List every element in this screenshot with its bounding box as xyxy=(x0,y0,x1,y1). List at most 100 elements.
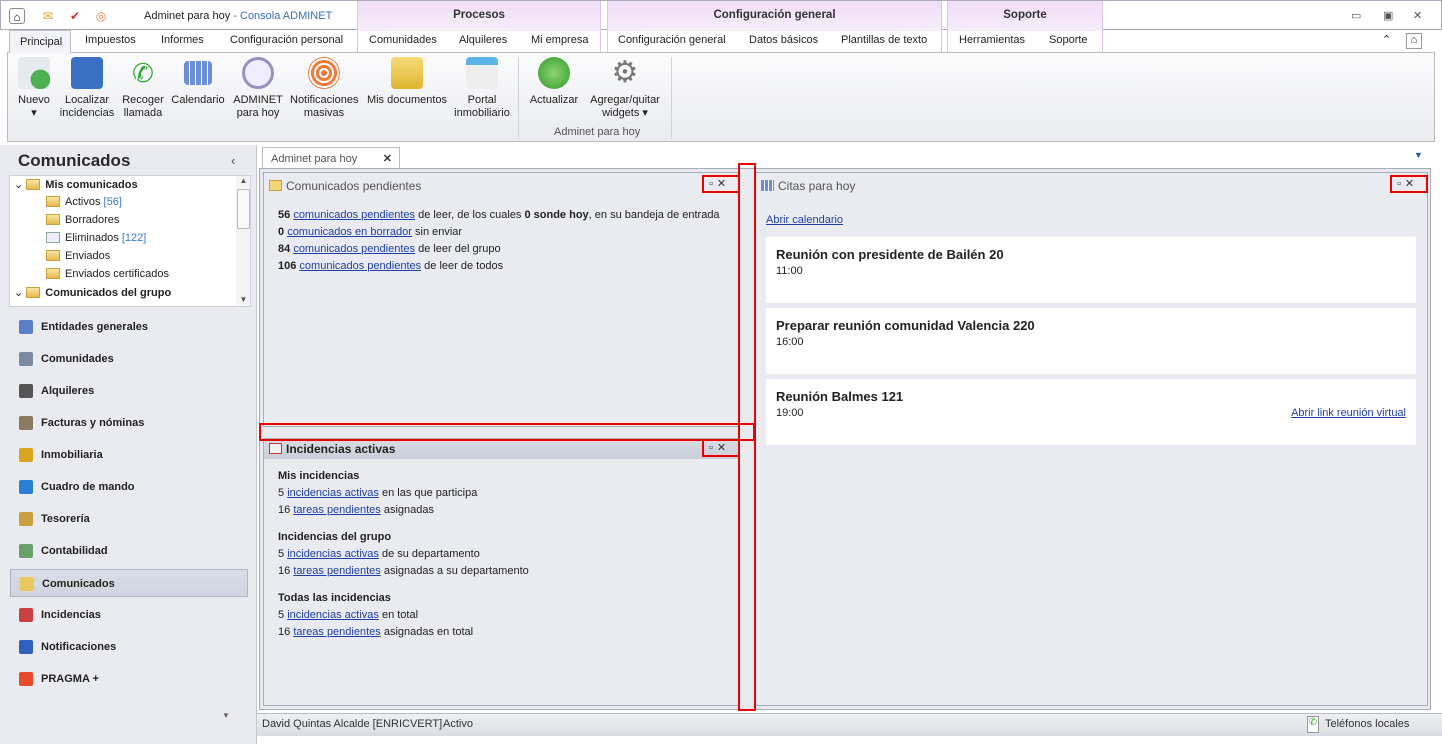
collapse-ribbon-icon[interactable]: ⌃ xyxy=(1382,33,1391,46)
tree-node-eliminados[interactable]: Eliminados [122] xyxy=(46,232,146,244)
clipboard-icon[interactable]: ✔ xyxy=(67,8,83,24)
appointment-card[interactable]: Reunión Balmes 121 19:00 Abrir link reunió… xyxy=(766,379,1416,445)
widget-controls[interactable]: ▫✕ xyxy=(702,175,740,193)
link-tareas-pendientes[interactable]: tareas pendientes xyxy=(293,626,380,638)
broadcast-icon xyxy=(308,57,340,89)
status-user: David Quintas Alcalde [ENRICVERT] xyxy=(262,718,443,730)
dashboard-area: Comunicados pendientes ▫✕ 56 comunicados… xyxy=(259,163,1431,711)
nav-icon xyxy=(19,384,33,398)
nav-icon xyxy=(19,672,33,686)
tab-impuestos[interactable]: Impuestos xyxy=(85,34,136,46)
widget-controls[interactable]: ▫✕ xyxy=(702,439,740,457)
link-comunicados-borrador[interactable]: comunicados en borrador xyxy=(287,226,412,238)
tree-node-enviados-certificados[interactable]: Enviados certificados xyxy=(46,268,169,280)
close-tab-icon[interactable]: ✕ xyxy=(383,152,392,165)
tab-alquileres[interactable]: Alquileres xyxy=(459,34,507,46)
real-estate-portal-button[interactable]: Portal inmobiliario xyxy=(452,57,512,120)
pick-call-button[interactable]: ✆ Recoger llamada xyxy=(118,57,168,120)
refresh-button[interactable]: Actualizar xyxy=(526,57,582,107)
appointment-time: 11:00 xyxy=(776,265,803,277)
file-cabinet-icon xyxy=(71,57,103,89)
collapse-sidebar-icon[interactable]: ‹ xyxy=(231,153,235,168)
locate-incidents-button[interactable]: Localizar incidencias xyxy=(58,57,116,120)
sidebar-item-tesorer-a[interactable]: Tesorería xyxy=(10,505,248,533)
broadcast-icon[interactable]: ◎ xyxy=(93,8,109,24)
tab-configuracion-general[interactable]: Configuración general xyxy=(618,34,726,46)
draft-folder-icon xyxy=(46,214,60,225)
tab-datos-basicos[interactable]: Datos básicos xyxy=(749,34,818,46)
portal-icon xyxy=(466,57,498,89)
adminet-today-button[interactable]: ADMINET para hoy xyxy=(230,57,286,120)
tab-comunidades[interactable]: Comunidades xyxy=(369,34,437,46)
highlight-horizontal-splitter[interactable] xyxy=(259,423,755,441)
sidebar-item-label: Comunidades xyxy=(41,353,114,365)
tab-adminet-para-hoy[interactable]: Adminet para hoy ✕ xyxy=(262,147,400,169)
tab-mi-empresa[interactable]: Mi empresa xyxy=(531,34,588,46)
tree-scrollbar[interactable]: ▲ ▼ xyxy=(236,176,250,306)
tab-informes[interactable]: Informes xyxy=(161,34,204,46)
citas-widget: Citas para hoy ▫✕ Abrir calendario Reuni… xyxy=(755,172,1428,706)
nav-icon xyxy=(19,416,33,430)
link-comunicados-todos[interactable]: comunicados pendientes xyxy=(299,260,421,272)
sidebar-item-comunidades[interactable]: Comunidades xyxy=(10,345,248,373)
nav-overflow-chevron[interactable]: ▼ xyxy=(222,711,230,720)
tree-node-enviados[interactable]: Enviados xyxy=(46,250,110,262)
close-button[interactable]: ✕ xyxy=(1413,9,1422,22)
tree-node-mis-comunicados[interactable]: ⌄ Mis comunicados xyxy=(14,178,138,191)
sidebar-item-incidencias[interactable]: Incidencias xyxy=(10,601,248,629)
appointment-card[interactable]: Reunión con presidente de Bailén 20 11:00 xyxy=(766,237,1416,303)
tree-node-comunicados-grupo[interactable]: ⌄ Comunicados del grupo xyxy=(14,286,171,299)
add-remove-widgets-button[interactable]: ⚙ Agregar/quitar widgets ▾ xyxy=(586,57,664,120)
tab-configuracion-personal[interactable]: Configuración personal xyxy=(230,34,343,46)
appointment-title: Reunión Balmes 121 xyxy=(776,389,904,404)
sidebar-item-comunicados[interactable]: Comunicados xyxy=(10,569,248,597)
line-todos: 106 comunicados pendientes de leer de to… xyxy=(278,260,504,272)
sidebar-item-inmobiliaria[interactable]: Inmobiliaria xyxy=(10,441,248,469)
mail-icon[interactable]: ✉ xyxy=(40,8,56,24)
link-comunicados-grupo[interactable]: comunicados pendientes xyxy=(293,243,415,255)
link-tareas-pendientes[interactable]: tareas pendientes xyxy=(293,504,380,516)
folder-icon xyxy=(26,179,41,190)
open-calendar-link[interactable]: Abrir calendario xyxy=(766,214,843,226)
phone-icon: ✆ xyxy=(1307,716,1319,733)
link-incidencias-activas[interactable]: incidencias activas xyxy=(287,609,379,621)
minimize-button[interactable]: ▭ xyxy=(1351,9,1361,22)
sidebar-item-pragma[interactable]: PRAGMA + xyxy=(10,665,248,693)
sidebar-item-facturas-y-n-minas[interactable]: Facturas y nóminas xyxy=(10,409,248,437)
mass-notifications-button[interactable]: Notificaciones masivas xyxy=(290,57,358,120)
line-tareas-pendientes: 16 tareas pendientes asignadas xyxy=(278,504,434,516)
link-tareas-pendientes[interactable]: tareas pendientes xyxy=(293,565,380,577)
link-incidencias-activas[interactable]: incidencias activas xyxy=(287,487,379,499)
tab-list-dropdown[interactable]: ▼ xyxy=(1414,150,1423,160)
calendar-button[interactable]: Calendario xyxy=(170,57,226,107)
tab-herramientas[interactable]: Herramientas xyxy=(959,34,1025,46)
tab-plantillas-texto[interactable]: Plantillas de texto xyxy=(841,34,927,46)
tab-principal[interactable]: Principal xyxy=(9,30,71,53)
my-documents-button[interactable]: Mis documentos xyxy=(366,57,448,107)
link-incidencias-activas[interactable]: incidencias activas xyxy=(287,548,379,560)
widget-controls[interactable]: ▫✕ xyxy=(1390,175,1428,193)
mail-folder-icon xyxy=(46,196,60,207)
virtual-meeting-link[interactable]: Abrir link reunión virtual xyxy=(1291,407,1406,419)
sidebar-item-notificaciones[interactable]: Notificaciones xyxy=(10,633,248,661)
app-menu-icon[interactable]: ⌂ xyxy=(9,8,25,24)
sidebar-item-alquileres[interactable]: Alquileres xyxy=(10,377,248,405)
tree-node-activos[interactable]: Activos [56] xyxy=(46,196,122,208)
help-icon[interactable]: ⌂ xyxy=(1406,33,1422,49)
comunicados-widget: Comunicados pendientes ▫✕ 56 comunicados… xyxy=(263,172,740,427)
link-comunicados-pendientes[interactable]: comunicados pendientes xyxy=(293,209,415,221)
sidebar-item-contabilidad[interactable]: Contabilidad xyxy=(10,537,248,565)
sidebar-item-entidades-generales[interactable]: Entidades generales xyxy=(10,313,248,341)
sidebar-item-cuadro-de-mando[interactable]: Cuadro de mando xyxy=(10,473,248,501)
local-phones-button[interactable]: Teléfonos locales xyxy=(1325,718,1409,730)
sent-folder-icon xyxy=(46,250,60,261)
nav-icon xyxy=(19,640,33,654)
maximize-button[interactable]: ▣ xyxy=(1383,9,1393,22)
tree-node-borradores[interactable]: Borradores xyxy=(46,214,119,226)
nav-icon xyxy=(19,512,33,526)
tab-soporte[interactable]: Soporte xyxy=(1049,34,1088,46)
appointment-card[interactable]: Preparar reunión comunidad Valencia 220 1… xyxy=(766,308,1416,374)
nav-icon xyxy=(19,608,33,622)
new-button[interactable]: Nuevo ▾ xyxy=(12,57,56,120)
calendar-icon xyxy=(761,180,774,191)
